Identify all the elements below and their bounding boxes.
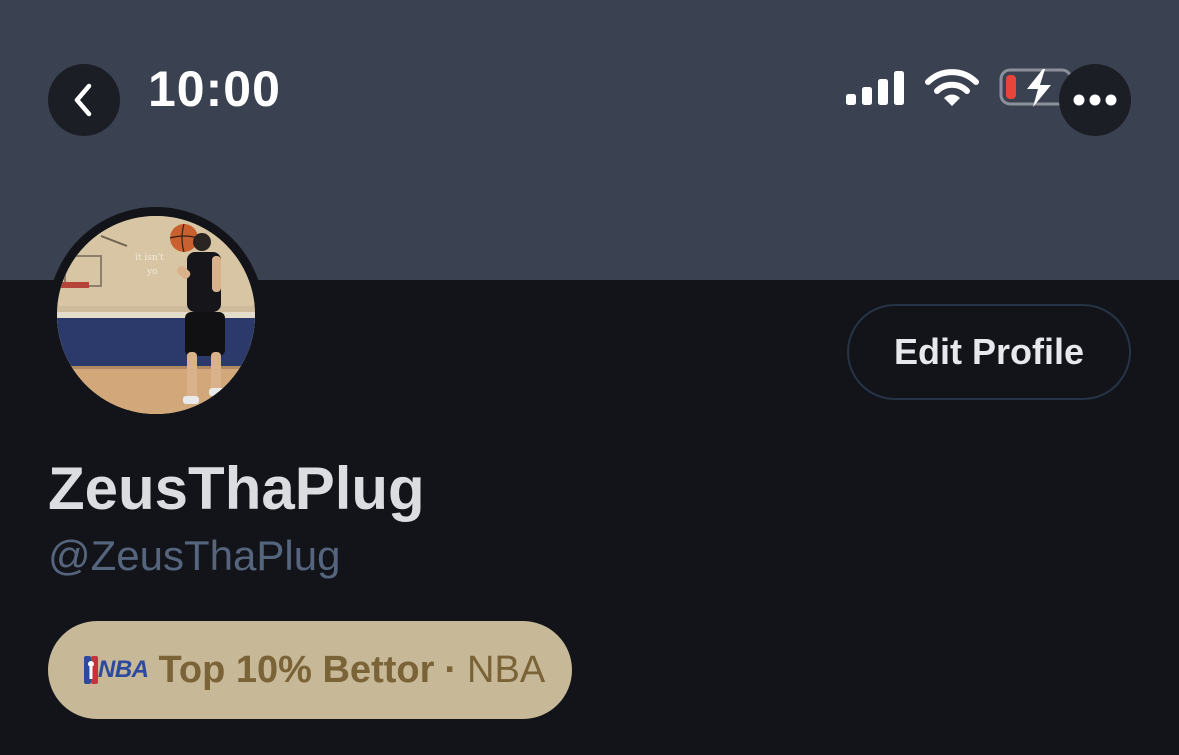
- display-name: ZeusThaPlug: [48, 455, 425, 522]
- cellular-signal-icon: [846, 71, 904, 105]
- nba-logo-text: NBA: [98, 656, 149, 683]
- badge-league: NBA: [467, 648, 546, 691]
- svg-text:it isn't: it isn't: [135, 253, 164, 263]
- nba-logo-icon: NBA: [84, 656, 149, 684]
- username-handle: @ZeusThaPlug: [48, 532, 341, 579]
- badge-title: Top 10% Bettor: [158, 648, 435, 691]
- wifi-icon: [925, 69, 979, 106]
- svg-text:yo: yo: [146, 267, 158, 277]
- badge-separator: ·: [444, 648, 458, 691]
- bettor-rank-badge[interactable]: NBA Top 10% Bettor · NBA: [48, 621, 572, 719]
- profile-screen: 10:00 it isn't yo Edit Profile ZeusThaPl…: [0, 0, 1179, 755]
- status-time: 10:00: [148, 61, 281, 117]
- more-horizontal-icon: [1073, 94, 1117, 106]
- more-options-button[interactable]: [1059, 64, 1131, 136]
- avatar[interactable]: it isn't yo: [57, 216, 255, 414]
- profile-photo-avatar: it isn't yo: [57, 216, 255, 414]
- chevron-left-icon: [74, 83, 92, 117]
- edit-profile-button[interactable]: Edit Profile: [847, 304, 1131, 400]
- back-button[interactable]: [48, 64, 120, 136]
